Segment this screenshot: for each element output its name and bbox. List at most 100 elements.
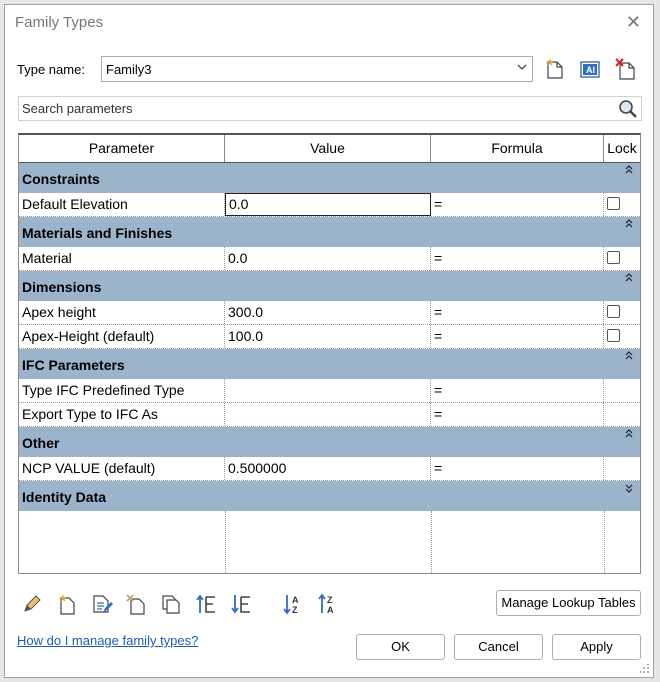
lock-checkbox[interactable] — [607, 197, 620, 210]
value-cell[interactable] — [225, 379, 431, 402]
copy-parameter-icon[interactable] — [160, 593, 182, 615]
type-name-combo[interactable]: Family3 — [101, 56, 533, 82]
table-row: Apex height 300.0 = — [19, 301, 640, 325]
header-formula[interactable]: Formula — [431, 135, 604, 162]
lock-cell — [604, 457, 640, 480]
collapse-icon[interactable] — [624, 350, 634, 362]
edit-parameter-icon[interactable] — [21, 593, 43, 615]
group-header[interactable]: Dimensions — [19, 271, 640, 301]
svg-text:Z: Z — [292, 605, 298, 615]
header-value[interactable]: Value — [225, 135, 431, 162]
search-box — [18, 96, 642, 121]
move-down-icon[interactable] — [230, 593, 252, 615]
group-header[interactable]: IFC Parameters — [19, 349, 640, 379]
svg-text:AI: AI — [586, 65, 595, 75]
value-cell[interactable] — [225, 403, 431, 426]
group-name: Constraints — [22, 171, 100, 187]
column-divider — [604, 511, 605, 573]
collapse-icon[interactable] — [624, 428, 634, 440]
group-name: Dimensions — [22, 279, 102, 295]
lock-cell — [604, 247, 640, 270]
sort-descending-icon[interactable]: Z A — [317, 593, 339, 615]
grid-empty-area — [19, 511, 640, 573]
delete-parameter-icon[interactable] — [125, 593, 147, 615]
value-cell[interactable]: 0.0 — [225, 193, 431, 216]
formula-cell[interactable]: = — [431, 403, 604, 426]
parameter-name: Default Elevation — [19, 193, 225, 216]
collapse-icon[interactable] — [624, 218, 634, 230]
value-cell[interactable]: 300.0 — [225, 301, 431, 324]
column-divider — [225, 511, 226, 573]
parameter-name: NCP VALUE (default) — [19, 457, 225, 480]
svg-text:Z: Z — [327, 595, 333, 605]
value-cell[interactable]: 0.0 — [225, 247, 431, 270]
formula-cell[interactable]: = — [431, 457, 604, 480]
parameter-name: Export Type to IFC As — [19, 403, 225, 426]
search-icon[interactable] — [617, 98, 639, 120]
close-icon[interactable]: ✕ — [626, 13, 641, 31]
help-link[interactable]: How do I manage family types? — [17, 633, 198, 648]
new-type-icon[interactable] — [543, 57, 567, 81]
lock-checkbox[interactable] — [607, 251, 620, 264]
parameter-name: Apex-Height (default) — [19, 325, 225, 348]
group-header[interactable]: Other — [19, 427, 640, 457]
lock-cell — [604, 379, 640, 402]
lock-checkbox[interactable] — [607, 305, 620, 318]
table-row: Type IFC Predefined Type = — [19, 379, 640, 403]
formula-cell[interactable]: = — [431, 301, 604, 324]
group-name: Other — [22, 435, 60, 451]
group-header[interactable]: Constraints — [19, 163, 640, 193]
sort-ascending-icon[interactable]: A Z — [282, 593, 304, 615]
value-cell[interactable]: 100.0 — [225, 325, 431, 348]
svg-text:A: A — [292, 595, 299, 605]
lock-cell — [604, 403, 640, 426]
move-up-icon[interactable] — [195, 593, 217, 615]
collapse-icon[interactable] — [624, 164, 634, 176]
group-header[interactable]: Materials and Finishes — [19, 217, 640, 247]
group-name: Identity Data — [22, 489, 107, 505]
search-input[interactable] — [22, 99, 612, 118]
parameter-name: Type IFC Predefined Type — [19, 379, 225, 402]
expand-icon[interactable] — [624, 482, 634, 494]
edit-shared-icon[interactable] — [91, 593, 113, 615]
table-row: Default Elevation 0.0 = — [19, 193, 640, 217]
dialog-title: Family Types — [15, 14, 104, 31]
manage-lookup-tables-button[interactable]: Manage Lookup Tables — [496, 590, 641, 616]
grid-header: Parameter Value Formula Lock — [19, 135, 640, 163]
parameters-grid: Parameter Value Formula Lock Constraints… — [18, 133, 641, 574]
lock-cell — [604, 325, 640, 348]
formula-cell[interactable]: = — [431, 325, 604, 348]
table-row: Export Type to IFC As = — [19, 403, 640, 427]
table-row: NCP VALUE (default) 0.500000 = — [19, 457, 640, 481]
formula-cell[interactable]: = — [431, 193, 604, 216]
chevron-down-icon — [517, 64, 527, 70]
svg-text:A: A — [327, 605, 334, 615]
group-name: Materials and Finishes — [22, 225, 173, 241]
group-name: IFC Parameters — [22, 357, 125, 373]
table-row: Material 0.0 = — [19, 247, 640, 271]
cancel-button[interactable]: Cancel — [454, 634, 543, 660]
formula-cell[interactable]: = — [431, 379, 604, 402]
formula-cell[interactable]: = — [431, 247, 604, 270]
new-parameter-icon[interactable] — [56, 593, 78, 615]
type-name-value: Family3 — [106, 62, 152, 77]
header-parameter[interactable]: Parameter — [19, 135, 225, 162]
lock-checkbox[interactable] — [607, 329, 620, 342]
ok-button[interactable]: OK — [356, 634, 445, 660]
parameter-name: Material — [19, 247, 225, 270]
collapse-icon[interactable] — [624, 272, 634, 284]
group-header[interactable]: Identity Data — [19, 481, 640, 511]
lock-cell — [604, 301, 640, 324]
value-cell[interactable]: 0.500000 — [225, 457, 431, 480]
apply-button[interactable]: Apply — [552, 634, 641, 660]
parameter-name: Apex height — [19, 301, 225, 324]
family-types-dialog: Family Types ✕ Type name: Family3 AI Par… — [4, 4, 654, 678]
column-divider — [431, 511, 432, 573]
resize-grip-icon[interactable] — [640, 664, 650, 674]
rename-type-icon[interactable]: AI — [578, 57, 602, 81]
header-lock[interactable]: Lock — [604, 135, 640, 162]
delete-type-icon[interactable] — [614, 57, 638, 81]
lock-cell — [604, 193, 640, 216]
table-row: Apex-Height (default) 100.0 = — [19, 325, 640, 349]
type-name-label: Type name: — [17, 62, 85, 77]
